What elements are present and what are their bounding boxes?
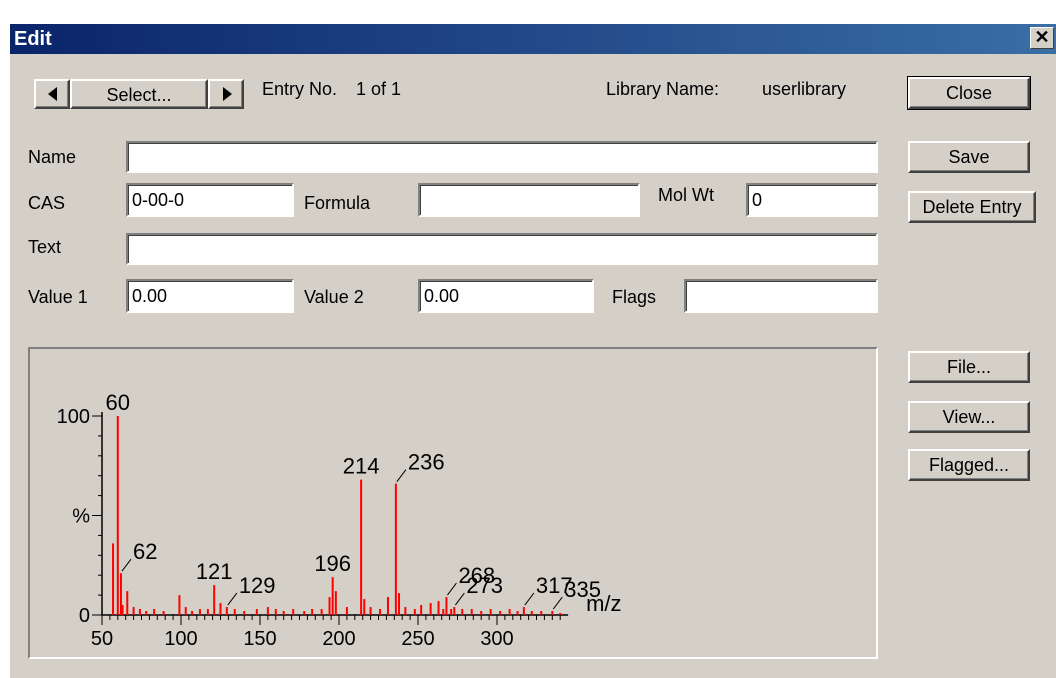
peak-leader-line — [454, 592, 465, 606]
save-button[interactable]: Save — [908, 141, 1030, 173]
text-input[interactable] — [126, 233, 878, 265]
peak-label: 214 — [343, 454, 380, 479]
formula-input[interactable] — [418, 183, 640, 217]
next-entry-button[interactable] — [208, 79, 244, 109]
peak-leader-line — [396, 469, 407, 482]
peak-label: 60 — [106, 390, 130, 415]
x-tick-label: 250 — [401, 628, 434, 650]
library-name-value: userlibrary — [762, 79, 847, 99]
value2-input[interactable] — [418, 279, 594, 313]
delete-entry-button[interactable]: Delete Entry — [908, 191, 1036, 223]
peak-label: 121 — [196, 559, 233, 584]
x-tick-label: 100 — [164, 628, 197, 650]
name-input[interactable] — [126, 141, 878, 173]
peak-leader-line — [121, 558, 132, 572]
molwt-label: Mol Wt — [658, 185, 714, 205]
peak-label: 236 — [408, 450, 445, 475]
cas-input[interactable] — [126, 183, 294, 217]
left-arrow-icon — [48, 87, 57, 101]
y-tick-label: 0 — [79, 605, 90, 627]
spectrum-panel: 0% 100 50 100 150 200 250 300 m/z 60 62 121 129 196 21… — [28, 347, 878, 659]
x-tick-label: 50 — [91, 628, 113, 650]
window-title: Edit — [14, 28, 52, 50]
close-window-icon[interactable]: ✕ — [1030, 27, 1054, 49]
flags-input[interactable] — [684, 279, 878, 313]
peak-leader-line — [552, 596, 563, 610]
close-button[interactable]: Close — [907, 76, 1031, 110]
peak-label: 335 — [564, 577, 601, 602]
entry-number-label: Entry No. — [262, 79, 338, 99]
peak-leader-line — [524, 592, 535, 606]
value1-input[interactable] — [126, 279, 294, 313]
cas-label: CAS — [28, 193, 66, 213]
y-tick-label: % — [72, 506, 90, 528]
peak-leader-line — [227, 592, 238, 606]
view-button[interactable]: View... — [908, 401, 1030, 433]
y-tick-label: 100 — [57, 406, 90, 428]
peak-label: 129 — [239, 573, 276, 598]
peak-label: 62 — [133, 539, 157, 564]
text-label: Text — [28, 237, 62, 257]
entry-number-value: 1 of 1 — [356, 79, 402, 99]
x-tick-label: 200 — [322, 628, 355, 650]
molwt-input[interactable] — [746, 183, 878, 217]
value1-label: Value 1 — [28, 287, 88, 307]
peak-label: 273 — [466, 573, 503, 598]
library-name-label: Library Name: — [606, 79, 720, 99]
flags-label: Flags — [612, 287, 657, 307]
formula-label: Formula — [304, 193, 371, 213]
flagged-button[interactable]: Flagged... — [908, 449, 1030, 481]
x-tick-label: 300 — [480, 628, 513, 650]
right-arrow-icon — [223, 87, 232, 101]
select-button[interactable]: Select... — [70, 79, 208, 109]
file-button[interactable]: File... — [908, 351, 1030, 383]
title-bar: Edit ✕ — [10, 24, 1056, 54]
previous-entry-button[interactable] — [34, 79, 70, 109]
name-label: Name — [28, 147, 77, 167]
x-tick-label: 150 — [243, 628, 276, 650]
peak-leader-line — [447, 582, 457, 596]
peak-label: 196 — [314, 551, 351, 576]
value2-label: Value 2 — [304, 287, 364, 307]
mass-spectrum-chart: 0%10050 100 150 200 250 300m/z606212112919621… — [57, 390, 622, 650]
